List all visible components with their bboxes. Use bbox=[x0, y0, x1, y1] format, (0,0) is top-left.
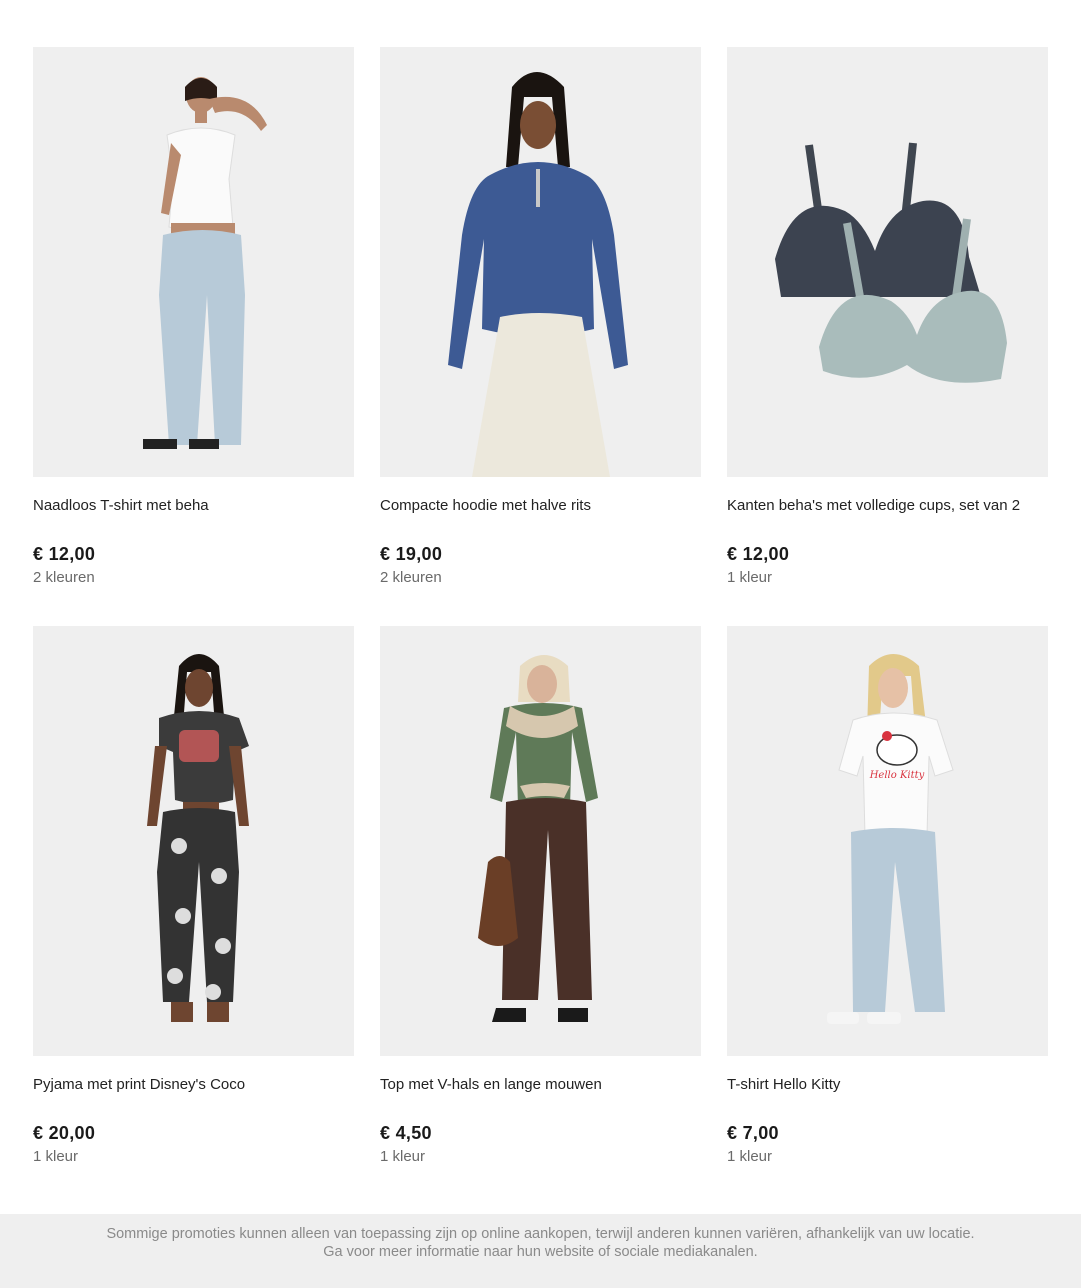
product-price: € 12,00 bbox=[33, 544, 96, 564]
two-lace-bras-icon bbox=[775, 142, 1007, 383]
product-color-count: 2 kleuren bbox=[33, 569, 95, 586]
product-color-count: 1 kleur bbox=[33, 1148, 79, 1165]
product-color-count: 1 kleur bbox=[727, 1148, 773, 1165]
product-image[interactable] bbox=[33, 626, 354, 1056]
product-image[interactable] bbox=[380, 47, 701, 477]
product-image[interactable] bbox=[380, 626, 701, 1056]
product-card[interactable]: Pyjama met print Disney's Coco € 20,00 1… bbox=[33, 626, 354, 1205]
product-color-count: 1 kleur bbox=[380, 1148, 426, 1165]
product-image[interactable]: Hello Kitty bbox=[727, 626, 1048, 1056]
product-price: € 7,00 bbox=[727, 1123, 779, 1143]
model-white-top-light-jeans-icon bbox=[143, 77, 267, 449]
model-green-top-brown-trousers-icon bbox=[478, 655, 598, 1022]
product-title[interactable]: Kanten beha's met volledige cups, set va… bbox=[727, 496, 1048, 516]
model-blue-hoodie-cream-trousers-icon bbox=[448, 72, 628, 477]
product-grid: Naadloos T-shirt met beha € 12,00 2 kleu… bbox=[33, 47, 1049, 1205]
promo-disclaimer: Sommige promoties kunnen alleen van toep… bbox=[0, 1214, 1081, 1288]
product-title[interactable]: Top met V-hals en lange mouwen bbox=[380, 1075, 701, 1095]
model-hello-kitty-tee-jeans-icon: Hello Kitty bbox=[827, 654, 954, 1024]
product-color-count: 1 kleur bbox=[727, 569, 773, 586]
product-price: € 4,50 bbox=[380, 1123, 432, 1143]
product-card[interactable]: Naadloos T-shirt met beha € 12,00 2 kleu… bbox=[33, 47, 354, 626]
product-title[interactable]: Naadloos T-shirt met beha bbox=[33, 496, 354, 516]
product-title[interactable]: Compacte hoodie met halve rits bbox=[380, 496, 701, 516]
product-card[interactable]: Hello Kitty T-shirt Hello Kitty € 7,00 1… bbox=[727, 626, 1048, 1205]
product-image[interactable] bbox=[727, 47, 1048, 477]
model-coco-pyjama-icon bbox=[147, 654, 249, 1022]
product-color-count: 2 kleuren bbox=[380, 569, 442, 586]
product-title[interactable]: T-shirt Hello Kitty bbox=[727, 1075, 1048, 1095]
product-card[interactable]: Compacte hoodie met halve rits € 19,00 2… bbox=[380, 47, 701, 626]
product-card[interactable]: Kanten beha's met volledige cups, set va… bbox=[727, 47, 1048, 626]
product-image[interactable] bbox=[33, 47, 354, 477]
product-price: € 19,00 bbox=[380, 544, 443, 564]
disclaimer-text: Sommige promoties kunnen alleen van toep… bbox=[106, 1226, 975, 1260]
svg-text:Hello Kitty: Hello Kitty bbox=[869, 770, 925, 781]
product-price: € 12,00 bbox=[727, 544, 790, 564]
product-listing-page: Naadloos T-shirt met beha € 12,00 2 kleu… bbox=[0, 0, 1081, 1288]
product-card[interactable]: Top met V-hals en lange mouwen € 4,50 1 … bbox=[380, 626, 701, 1205]
product-price: € 20,00 bbox=[33, 1123, 96, 1143]
product-title[interactable]: Pyjama met print Disney's Coco bbox=[33, 1075, 354, 1095]
